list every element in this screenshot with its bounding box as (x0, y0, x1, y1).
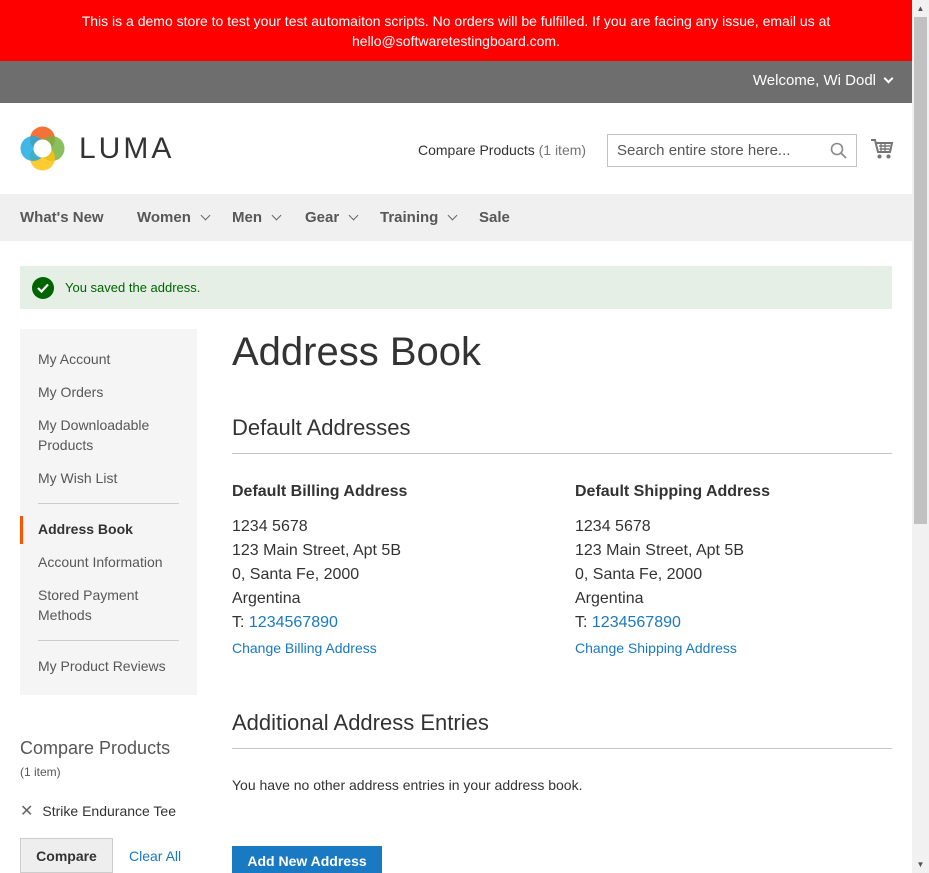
chevron-down-icon (447, 210, 458, 221)
default-addresses-title: Default Addresses (232, 415, 892, 454)
logo-link[interactable]: LUMA (20, 126, 174, 171)
nav-item-label: Sale (479, 209, 510, 226)
shipping-name: 1234 5678 (575, 518, 651, 535)
billing-name: 1234 5678 (232, 518, 308, 535)
active-item-marker (20, 516, 23, 544)
default-billing-address: Default Billing Address 1234 5678 123 Ma… (232, 482, 532, 656)
compare-products-label: Compare Products (418, 142, 535, 158)
header-content: LUMA Compare Products (1 item) (0, 103, 912, 194)
logo-text: LUMA (79, 131, 175, 165)
sidebar-item-stored-payment-methods[interactable]: Stored Payment Methods (38, 585, 188, 625)
shipping-street: 123 Main Street, Apt 5B (575, 542, 744, 559)
sidebar-item-product-reviews[interactable]: My Product Reviews (38, 656, 188, 676)
chevron-down-icon (348, 210, 359, 221)
sidebar-item-wish-list[interactable]: My Wish List (38, 468, 188, 488)
scroll-down-arrow-icon[interactable]: ▼ (912, 856, 929, 873)
additional-addresses-title: Additional Address Entries (232, 710, 892, 749)
nav-item-label: Gear (305, 209, 340, 226)
compare-list-item: ✕ Strike Endurance Tee (20, 801, 197, 821)
checkmark-icon (32, 276, 54, 299)
shipping-address-lines: 1234 5678 123 Main Street, Apt 5B 0, San… (575, 515, 875, 635)
nav-item-training[interactable]: Training (380, 209, 458, 226)
default-shipping-address: Default Shipping Address 1234 5678 123 M… (575, 482, 875, 656)
chevron-down-icon (271, 210, 282, 221)
chevron-down-icon (883, 73, 894, 84)
billing-address-lines: 1234 5678 123 Main Street, Apt 5B 0, San… (232, 515, 532, 635)
sidebar-divider (38, 503, 179, 504)
success-message-text: You saved the address. (65, 280, 201, 295)
page: This is a demo store to test your test a… (0, 0, 912, 873)
main-content: Address Book Default Addresses Default B… (232, 329, 892, 873)
chevron-down-icon (200, 210, 211, 221)
shopping-cart-icon[interactable] (870, 138, 894, 160)
sidebar-item-address-book: Address Book (38, 521, 133, 537)
add-new-address-button[interactable]: Add New Address (232, 846, 382, 873)
nav-item-label: Training (380, 209, 439, 226)
nav-item-men[interactable]: Men (232, 209, 282, 226)
sidebar-item-my-account[interactable]: My Account (38, 349, 188, 369)
compare-products-block: Compare Products (1 item) ✕ Strike Endur… (20, 738, 197, 873)
search-icon[interactable] (830, 142, 847, 159)
demo-notice-banner: This is a demo store to test your test a… (0, 0, 912, 61)
change-shipping-address-link[interactable]: Change Shipping Address (575, 640, 875, 656)
scroll-up-arrow-icon[interactable]: ▲ (912, 0, 929, 17)
billing-country: Argentina (232, 590, 301, 607)
nav-item-sale[interactable]: Sale (479, 209, 510, 226)
sidebar-item-my-orders[interactable]: My Orders (38, 382, 188, 402)
compare-block-title: Compare Products (20, 738, 171, 758)
welcome-text: Welcome, Wi Dodl (752, 72, 876, 89)
vertical-scrollbar[interactable]: ▲ ▼ (912, 0, 929, 873)
sidebar-item-downloadable-products[interactable]: My Downloadable Products (38, 415, 188, 455)
shipping-phone-row: T: 1234567890 (575, 611, 875, 635)
demo-notice-line1: This is a demo store to test your test a… (81, 13, 831, 29)
shipping-country: Argentina (575, 590, 644, 607)
compare-products-count: (1 item) (538, 142, 587, 158)
phone-prefix: T: (232, 614, 245, 631)
page-title: Address Book (232, 330, 482, 374)
sidebar-item-account-information[interactable]: Account Information (38, 552, 188, 572)
phone-prefix: T: (575, 614, 588, 631)
shipping-city: 0, Santa Fe, 2000 (575, 566, 703, 583)
success-message: You saved the address. (20, 266, 892, 309)
compare-button[interactable]: Compare (20, 838, 113, 873)
empty-address-note: You have no other address entries in you… (232, 777, 583, 793)
billing-phone-link[interactable]: 1234567890 (249, 614, 338, 631)
compare-product-name[interactable]: Strike Endurance Tee (42, 803, 176, 819)
search-input[interactable] (608, 135, 828, 166)
billing-heading: Default Billing Address (232, 483, 408, 500)
demo-notice-email: hello@softwaretestingboard.com. (352, 33, 560, 49)
nav-item-gear[interactable]: Gear (305, 209, 359, 226)
clear-all-link[interactable]: Clear All (129, 848, 181, 864)
luma-logo-icon (20, 126, 65, 171)
nav-item-label: Men (232, 209, 262, 226)
nav-item-label: What's New (20, 209, 104, 226)
nav-item-label: Women (137, 209, 191, 226)
compare-block-count: (1 item) (20, 765, 61, 779)
change-billing-address-link[interactable]: Change Billing Address (232, 640, 532, 656)
sidebar-divider (38, 640, 179, 641)
billing-city: 0, Santa Fe, 2000 (232, 566, 360, 583)
main-navigation: What's New Women Men Gear Training Sale (0, 194, 912, 241)
shipping-phone-link[interactable]: 1234567890 (592, 614, 681, 631)
search-box (607, 134, 857, 167)
shipping-heading: Default Shipping Address (575, 483, 770, 500)
header-panel: Welcome, Wi Dodl (0, 61, 912, 103)
account-sidebar: My Account My Orders My Downloadable Pro… (20, 329, 197, 695)
billing-street: 123 Main Street, Apt 5B (232, 542, 401, 559)
billing-phone-row: T: 1234567890 (232, 611, 532, 635)
compare-actions: Compare Clear All (20, 838, 181, 873)
remove-icon[interactable]: ✕ (20, 801, 33, 821)
nav-item-women[interactable]: Women (137, 209, 211, 226)
compare-products-link[interactable]: Compare Products (1 item) (418, 142, 586, 158)
customer-menu-toggle[interactable]: Welcome, Wi Dodl (752, 72, 894, 89)
nav-item-whats-new[interactable]: What's New (20, 209, 104, 226)
scrollbar-thumb[interactable] (914, 17, 927, 524)
